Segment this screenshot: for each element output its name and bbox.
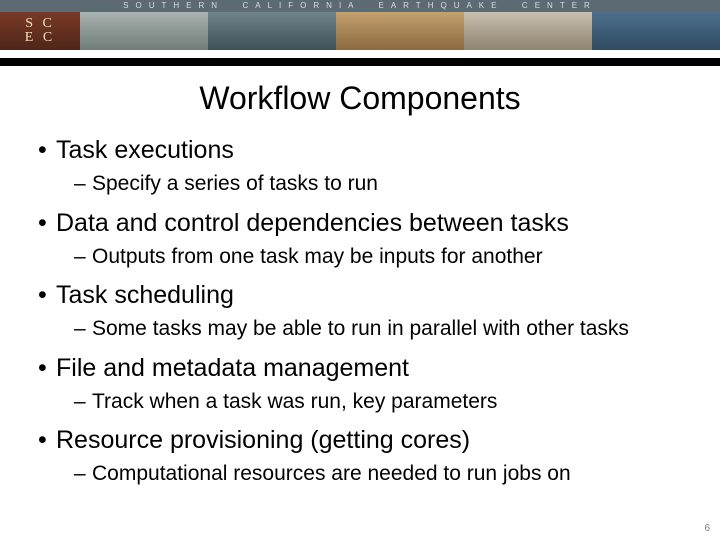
banner: SOUTHERN CALIFORNIA EARTHQUAKE CENTER S … xyxy=(0,0,720,66)
bullet-text: Resource provisioning (getting cores) xyxy=(56,426,470,454)
banner-photo-4 xyxy=(464,12,592,50)
page-number: 6 xyxy=(704,523,710,534)
slide-title: Workflow Components xyxy=(0,80,720,117)
banner-photo-3 xyxy=(336,12,464,50)
bullet-item: Task scheduling Some tasks may be able t… xyxy=(38,280,692,343)
logo-top: S C xyxy=(25,17,55,31)
sub-bullet-item: Outputs from one task may be inputs for … xyxy=(74,243,692,270)
bullet-text: File and metadata management xyxy=(56,354,409,382)
banner-photo-2 xyxy=(208,12,336,50)
sub-bullet-item: Some tasks may be able to run in paralle… xyxy=(74,315,692,342)
banner-photo-5 xyxy=(592,12,720,50)
sub-bullet-item: Track when a task was run, key parameter… xyxy=(74,388,692,415)
scec-logo: S C E C xyxy=(0,12,80,50)
sub-bullet-list: Track when a task was run, key parameter… xyxy=(74,388,692,415)
bullet-list: Task executions Specify a series of task… xyxy=(38,135,692,488)
sub-bullet-item: Specify a series of tasks to run xyxy=(74,170,692,197)
banner-org-text: SOUTHERN CALIFORNIA EARTHQUAKE CENTER xyxy=(0,0,720,12)
bullet-text: Task scheduling xyxy=(56,281,234,309)
bullet-text: Task executions xyxy=(56,136,234,164)
sub-bullet-item: Computational resources are needed to ru… xyxy=(74,460,692,487)
sub-bullet-list: Some tasks may be able to run in paralle… xyxy=(74,315,692,342)
slide-content: Task executions Specify a series of task… xyxy=(0,135,720,488)
bullet-item: Task executions Specify a series of task… xyxy=(38,135,692,198)
bullet-text: Data and control dependencies between ta… xyxy=(56,209,569,237)
sub-bullet-list: Outputs from one task may be inputs for … xyxy=(74,243,692,270)
bullet-item: Resource provisioning (getting cores) Co… xyxy=(38,425,692,488)
sub-bullet-list: Specify a series of tasks to run xyxy=(74,170,692,197)
sub-bullet-list: Computational resources are needed to ru… xyxy=(74,460,692,487)
slide: SOUTHERN CALIFORNIA EARTHQUAKE CENTER S … xyxy=(0,0,720,540)
banner-image-strip xyxy=(80,12,720,50)
banner-photo-1 xyxy=(80,12,208,50)
banner-body: S C E C xyxy=(0,12,720,50)
logo-bottom: E C xyxy=(25,31,55,45)
bullet-item: File and metadata management Track when … xyxy=(38,353,692,416)
bullet-item: Data and control dependencies between ta… xyxy=(38,208,692,271)
